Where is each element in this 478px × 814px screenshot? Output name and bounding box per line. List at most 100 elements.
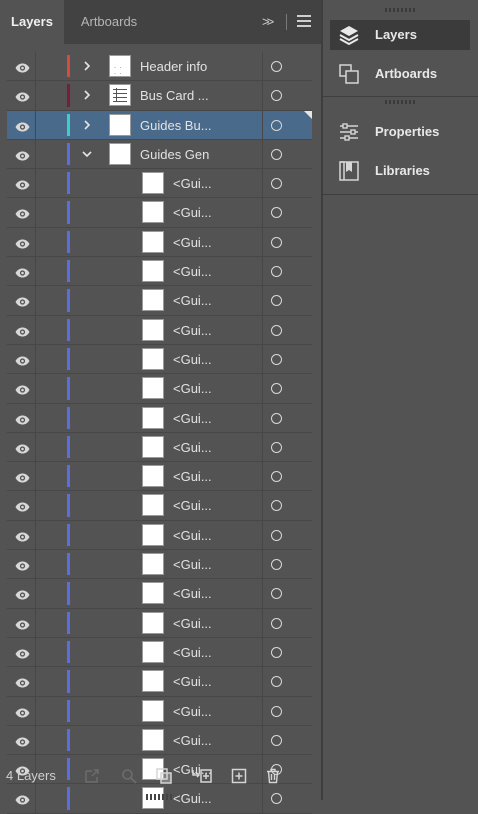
visibility-eye-icon[interactable] <box>15 90 30 102</box>
make-clipping-mask-icon[interactable] <box>156 768 172 784</box>
dock-item-properties[interactable]: Properties <box>330 117 470 147</box>
sublayer-row[interactable]: <Gui... <box>7 286 312 316</box>
target-circle-icon[interactable] <box>271 793 282 805</box>
target-circle-icon[interactable] <box>271 178 282 190</box>
target-circle-icon[interactable] <box>271 646 282 658</box>
visibility-eye-icon[interactable] <box>15 471 30 483</box>
sublayer-row[interactable]: <Gui... <box>7 227 312 258</box>
chevron-right-icon[interactable] <box>81 117 93 133</box>
layer-name[interactable]: <Gui... <box>173 521 212 550</box>
layer-name[interactable]: <Gui... <box>173 579 212 608</box>
layer-name[interactable]: Header info <box>140 52 207 81</box>
layer-name[interactable]: <Gui... <box>173 228 212 257</box>
layer-name[interactable]: <Gui... <box>173 697 212 726</box>
visibility-eye-icon[interactable] <box>15 706 30 718</box>
target-circle-icon[interactable] <box>271 559 282 571</box>
visibility-eye-icon[interactable] <box>15 120 30 132</box>
target-circle-icon[interactable] <box>271 383 282 395</box>
visibility-eye-icon[interactable] <box>15 178 30 190</box>
layer-name[interactable]: <Gui... <box>173 667 212 696</box>
visibility-eye-icon[interactable] <box>15 618 30 630</box>
visibility-eye-icon[interactable] <box>15 354 30 366</box>
visibility-eye-icon[interactable] <box>15 61 30 73</box>
chevron-right-icon[interactable] <box>81 58 93 74</box>
sublayer-row[interactable]: <Gui... <box>7 696 312 726</box>
target-circle-icon[interactable] <box>271 295 282 307</box>
sublayer-row[interactable]: <Gui... <box>7 257 312 287</box>
layer-name[interactable]: <Gui... <box>173 257 212 286</box>
tab-layers[interactable]: Layers <box>0 0 64 44</box>
layer-name[interactable]: Guides Bu... <box>140 111 212 140</box>
target-circle-icon[interactable] <box>271 705 282 717</box>
sublayer-row[interactable]: <Gui... <box>7 198 312 228</box>
visibility-eye-icon[interactable] <box>15 793 30 805</box>
sublayer-row[interactable]: <Gui... <box>7 344 312 375</box>
visibility-eye-icon[interactable] <box>15 149 30 161</box>
sublayer-row[interactable]: <Gui... <box>7 725 312 756</box>
visibility-eye-icon[interactable] <box>15 413 30 425</box>
tab-artboards[interactable]: Artboards <box>64 0 154 44</box>
layer-name[interactable]: <Gui... <box>173 433 212 462</box>
target-circle-icon[interactable] <box>271 441 282 453</box>
dock-item-libraries[interactable]: Libraries <box>330 156 470 186</box>
create-layer-icon[interactable] <box>231 768 247 784</box>
sublayer-row[interactable]: <Gui... <box>7 462 312 492</box>
panel-menu-icon[interactable] <box>297 15 311 27</box>
visibility-eye-icon[interactable] <box>15 325 30 337</box>
sublayer-row[interactable]: <Gui... <box>7 608 312 638</box>
visibility-eye-icon[interactable] <box>15 559 30 571</box>
sublayer-row[interactable]: <Gui... <box>7 403 312 433</box>
export-icon[interactable] <box>84 768 100 784</box>
visibility-eye-icon[interactable] <box>15 500 30 512</box>
panel-resize-grip[interactable] <box>146 794 174 800</box>
visibility-eye-icon[interactable] <box>15 383 30 395</box>
target-circle-icon[interactable] <box>271 90 282 102</box>
sublayer-row[interactable]: <Gui... <box>7 550 312 580</box>
visibility-eye-icon[interactable] <box>15 676 30 688</box>
target-circle-icon[interactable] <box>271 324 282 336</box>
layer-name[interactable]: <Gui... <box>173 374 212 403</box>
layer-name[interactable]: <Gui... <box>173 491 212 520</box>
visibility-eye-icon[interactable] <box>15 266 30 278</box>
trash-icon[interactable] <box>265 768 281 784</box>
layer-name[interactable]: <Gui... <box>173 404 212 433</box>
visibility-eye-icon[interactable] <box>15 442 30 454</box>
visibility-eye-icon[interactable] <box>15 207 30 219</box>
target-circle-icon[interactable] <box>271 412 282 424</box>
target-circle-icon[interactable] <box>271 529 282 541</box>
target-circle-icon[interactable] <box>271 588 282 600</box>
layer-name[interactable]: <Gui... <box>173 169 212 198</box>
sublayer-row[interactable]: <Gui... <box>7 315 312 345</box>
layer-row[interactable]: · · · · Header info <box>7 52 312 82</box>
visibility-eye-icon[interactable] <box>15 647 30 659</box>
target-circle-icon[interactable] <box>271 734 282 746</box>
layer-name[interactable]: <Gui... <box>173 550 212 579</box>
layer-row[interactable]: Guides Gen <box>7 139 312 170</box>
dock-grip[interactable] <box>385 100 415 104</box>
target-circle-icon[interactable] <box>271 61 282 72</box>
layer-name[interactable]: <Gui... <box>173 726 212 755</box>
layer-name[interactable]: <Gui... <box>173 609 212 638</box>
layer-name[interactable]: Guides Gen <box>140 140 209 169</box>
target-circle-icon[interactable] <box>271 471 282 483</box>
layer-name[interactable]: Bus Card ... <box>140 81 209 110</box>
layer-name[interactable]: <Gui... <box>173 638 212 667</box>
create-sublayer-icon[interactable] <box>192 768 212 784</box>
visibility-eye-icon[interactable] <box>15 588 30 600</box>
layer-name[interactable]: <Gui... <box>173 345 212 374</box>
sublayer-row[interactable]: <Gui... <box>7 520 312 551</box>
layer-row[interactable]: Bus Card ... <box>7 81 312 111</box>
target-circle-icon[interactable] <box>271 353 282 365</box>
target-circle-icon[interactable] <box>271 676 282 688</box>
expand-panels-icon[interactable]: >> <box>262 14 278 30</box>
target-circle-icon[interactable] <box>271 500 282 512</box>
dock-item-artboards[interactable]: Artboards <box>330 59 470 89</box>
sublayer-row[interactable]: <Gui... <box>7 579 312 609</box>
visibility-eye-icon[interactable] <box>15 530 30 542</box>
locate-object-icon[interactable] <box>121 768 137 784</box>
sublayer-row[interactable]: <Gui... <box>7 637 312 668</box>
target-circle-icon[interactable] <box>271 236 282 248</box>
sublayer-row[interactable]: <Gui... <box>7 169 312 199</box>
chevron-down-icon[interactable] <box>81 146 93 162</box>
dock-grip[interactable] <box>385 8 415 12</box>
